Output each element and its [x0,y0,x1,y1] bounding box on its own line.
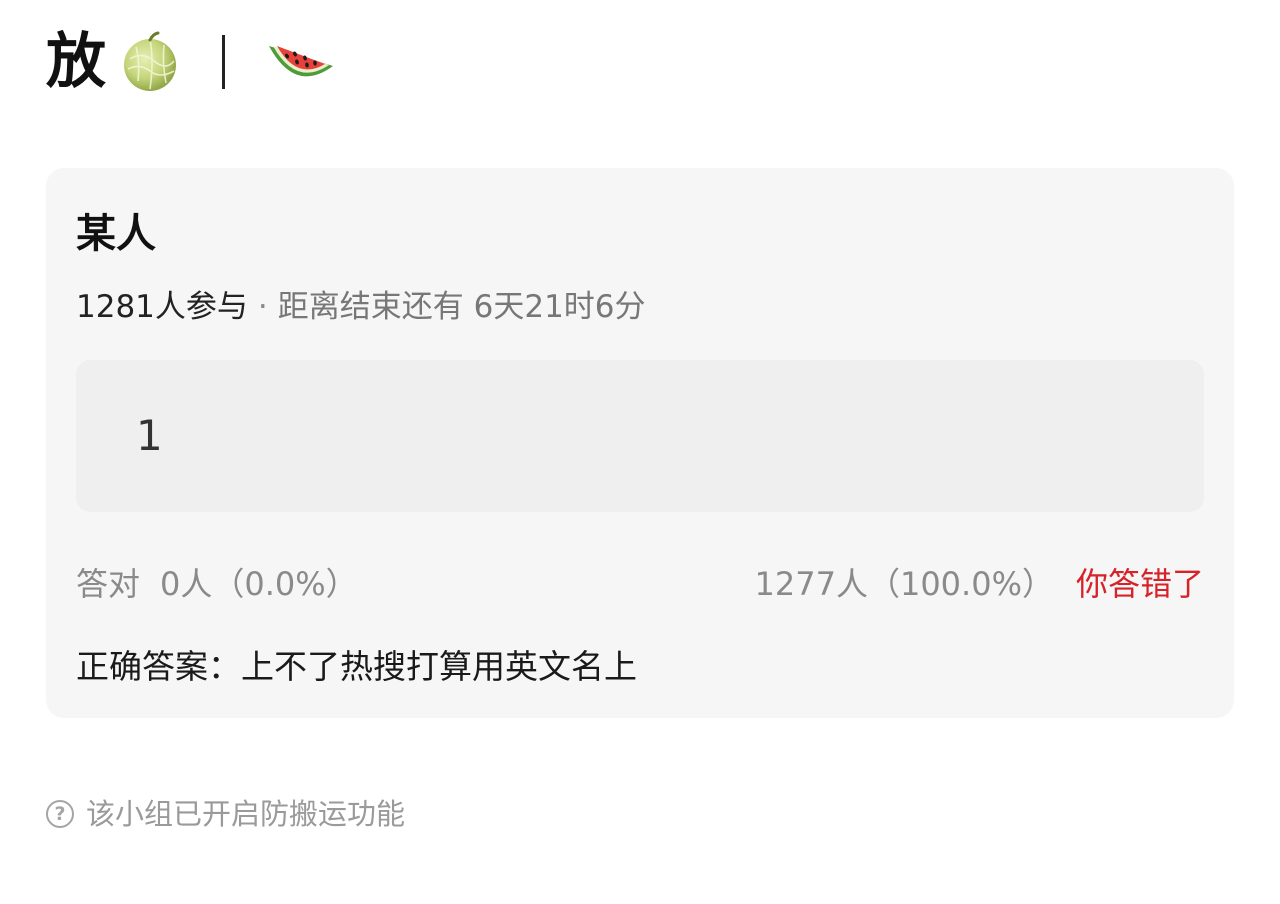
quiz-meta: 1281人参与 · 距离结束还有 6天21时6分 [76,286,646,328]
anti-repost-notice[interactable]: ? 该小组已开启防搬运功能 [46,794,405,834]
wrong-count: 1277人（100.0%） [754,565,1054,603]
post-header: 放 [46,22,337,102]
wrong-stats: 1277人（100.0%） 你答错了 [755,562,1204,606]
melon-icon [120,31,180,93]
correct-answer: 正确答案：上不了热搜打算用英文名上 [76,647,637,686]
help-icon[interactable]: ? [46,800,74,828]
post-title: 放 [46,27,106,97]
header-divider [222,35,225,89]
quiz-option[interactable]: 1 [76,360,1204,512]
correct-count: 0人（0.0%） [160,565,358,603]
result-stats: 答对 0人（0.0%） 1277人（100.0%） 你答错了 [76,562,1204,606]
notice-text: 该小组已开启防搬运功能 [86,797,406,831]
wrong-status: 你答错了 [1075,565,1204,603]
quiz-card: 某人 1281人参与 · 距离结束还有 6天21时6分 1 答对 0人（0.0%） 1… [46,168,1234,718]
correct-stats: 答对 0人（0.0%） [76,562,358,606]
correct-label: 答对 [76,565,141,603]
countdown: 距离结束还有 6天21时6分 [277,289,646,325]
quiz-title: 某人 [76,211,156,257]
option-label: 1 [136,411,163,460]
watermelon-icon [265,32,337,92]
meta-separator: · [257,289,268,325]
participant-count: 1281人参与 [76,289,248,325]
